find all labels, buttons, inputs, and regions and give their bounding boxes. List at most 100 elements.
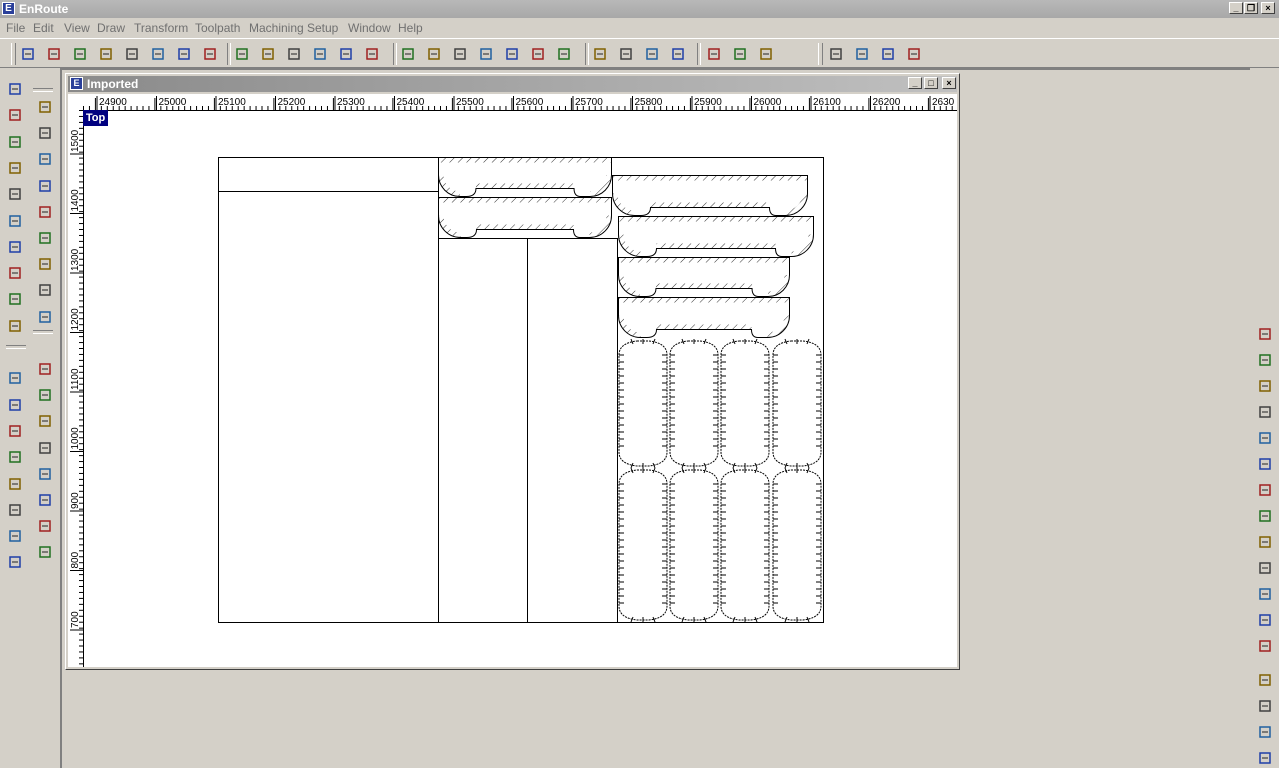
document-icon[interactable]: E [70,77,83,90]
snapshot-button[interactable] [174,44,194,64]
cursor-2-button[interactable] [1255,696,1275,716]
app-logo-icon[interactable]: E [2,2,15,15]
shelf-bracket[interactable] [612,175,808,216]
surface-6-button[interactable] [1255,454,1275,474]
doc-maximize-button[interactable]: □ [924,77,938,89]
menu-file[interactable]: File [6,21,25,35]
baluster-piece[interactable] [772,467,822,623]
baluster-piece[interactable] [618,467,668,623]
relief-tool[interactable] [4,525,26,547]
toolbar-grip[interactable] [11,43,16,65]
cursor-1-button[interactable] [1255,670,1275,690]
menu-machining[interactable]: Machining [249,21,304,35]
no-entry-tool[interactable] [34,201,56,223]
open-file-button[interactable] [44,44,64,64]
list-tool[interactable] [34,148,56,170]
baluster-piece[interactable] [669,338,719,469]
menu-help[interactable]: Help [398,21,423,35]
arc-tool[interactable] [34,358,56,380]
origin-tool[interactable] [4,551,26,573]
baluster-piece[interactable] [669,467,719,623]
pen-tool[interactable] [4,367,26,389]
toolpath-3-button[interactable] [878,44,898,64]
layers-stack-button[interactable] [730,44,750,64]
redo-button[interactable] [362,44,382,64]
menu-edit[interactable]: Edit [33,21,54,35]
rect-draw-tool[interactable] [34,384,56,406]
rectangle-tool[interactable] [4,473,26,495]
surface-3-button[interactable] [1255,376,1275,396]
shelf-bracket[interactable] [618,257,790,297]
zoom-3d-button[interactable] [554,44,574,64]
zoom-fit-button[interactable] [528,44,548,64]
document-titlebar[interactable]: E Imported _ □ × [68,76,957,92]
trim-tool[interactable] [34,279,56,301]
surface-1-button[interactable] [1255,324,1275,344]
scale-tool[interactable] [4,210,26,232]
array-tool[interactable] [4,262,26,284]
surface-7-button[interactable] [1255,480,1275,500]
import-button[interactable] [70,44,90,64]
doc-close-button[interactable]: × [942,77,956,89]
panel-left-large[interactable] [218,191,439,623]
frame-tool[interactable] [34,96,56,118]
surface-13-button[interactable] [1255,636,1275,656]
select-arrow-tool[interactable] [4,78,26,100]
shape-tool[interactable] [4,288,26,310]
mirror-tool[interactable] [4,236,26,258]
zoom-page-button[interactable] [476,44,496,64]
align-button[interactable] [616,44,636,64]
toolbar-grip[interactable] [818,43,823,65]
surface-12-button[interactable] [1255,610,1275,630]
node-edit-tool[interactable] [4,104,26,126]
shelf-bracket[interactable] [438,197,612,238]
toolpath-2-button[interactable] [852,44,872,64]
rotate-tool[interactable] [4,131,26,153]
menu-toolpath[interactable]: Toolpath [195,21,240,35]
minimize-button[interactable]: _ [1229,2,1243,14]
polyline-tool[interactable] [4,420,26,442]
doc-minimize-button[interactable]: _ [908,77,922,89]
layer-toggle-button[interactable] [756,44,776,64]
surface-2-button[interactable] [1255,350,1275,370]
circle-tool[interactable] [34,410,56,432]
text-tool[interactable] [34,515,56,537]
border-tool[interactable] [34,175,56,197]
group-tool[interactable] [34,122,56,144]
star-tool[interactable] [34,489,56,511]
vertical-ruler[interactable]: 1500140013001200110010009008007000 [68,110,84,667]
slice-tool[interactable] [4,315,26,337]
color-button[interactable] [668,44,688,64]
sheet-outline[interactable] [218,157,824,623]
panel-strip-1[interactable] [438,238,528,623]
paste-button[interactable] [284,44,304,64]
toolpath-1-button[interactable] [826,44,846,64]
shelf-bracket[interactable] [438,157,612,197]
distribute-button[interactable] [642,44,662,64]
layers-button[interactable] [704,44,724,64]
close-button[interactable]: × [1261,2,1275,14]
toolpath-4-button[interactable] [904,44,924,64]
surface-5-button[interactable] [1255,428,1275,448]
menu-draw[interactable]: Draw [97,21,125,35]
cursor-4-button[interactable] [1255,748,1275,768]
ruler-button[interactable] [200,44,220,64]
print-button[interactable] [122,44,142,64]
pencil-tool[interactable] [4,394,26,416]
baluster-piece[interactable] [720,467,770,623]
menu-transform[interactable]: Transform [134,21,188,35]
restore-button[interactable]: ❐ [1244,2,1258,14]
drawing-canvas[interactable]: 24900 25000 25100 25200 25300 25400 25500 25600… [68,94,957,667]
save-button[interactable] [96,44,116,64]
undo-button[interactable] [336,44,356,64]
zoom-out-button[interactable] [450,44,470,64]
copy-button[interactable] [258,44,278,64]
menu-view[interactable]: View [64,21,90,35]
surface-9-button[interactable] [1255,532,1275,552]
surface-10-button[interactable] [1255,558,1275,578]
delete-button[interactable] [310,44,330,64]
baluster-piece[interactable] [720,338,770,469]
weld-tool[interactable] [34,306,56,328]
cut-button[interactable] [232,44,252,64]
line-tool[interactable] [4,446,26,468]
